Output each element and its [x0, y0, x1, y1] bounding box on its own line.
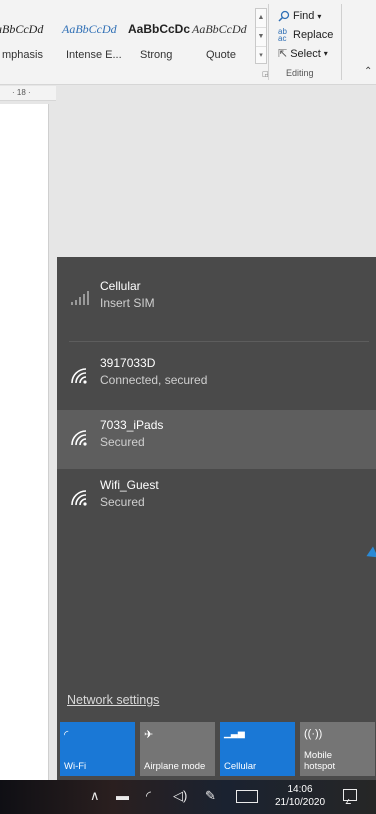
- style-sample: AaBbCcDd: [62, 22, 117, 36]
- collapse-ribbon-icon[interactable]: ⌃: [364, 66, 372, 77]
- style-sample: AaBbCcDd: [192, 22, 247, 36]
- find-button[interactable]: Find ▾: [278, 10, 321, 22]
- show-hidden-icons-icon[interactable]: ∧: [90, 788, 100, 804]
- scroll-down-icon[interactable]: ▼: [256, 28, 266, 47]
- replace-button[interactable]: ab ac Replace: [278, 27, 334, 43]
- select-label: Select: [290, 47, 321, 60]
- separator: [69, 341, 369, 342]
- network-status: Insert SIM: [100, 296, 155, 310]
- replace-icon: ab ac: [278, 27, 287, 43]
- cellular-signal-icon: [71, 291, 89, 305]
- chevron-down-icon: ▾: [317, 11, 322, 21]
- style-name: Quote: [206, 49, 236, 61]
- quick-action-cellular[interactable]: ▁▃▅ Cellular: [220, 722, 295, 776]
- ribbon: aBbCcDd mphasis AaBbCcDd Intense E... Aa…: [0, 0, 376, 85]
- battery-icon[interactable]: ▬: [116, 788, 129, 803]
- wifi-icon: [71, 430, 87, 446]
- quick-action-airplane-mode[interactable]: ✈ Airplane mode: [140, 722, 215, 776]
- network-flyout: Cellular Insert SIM 3917033D Connected, …: [57, 257, 376, 780]
- volume-icon[interactable]: ◁): [173, 788, 187, 804]
- hotspot-icon: ((·)): [304, 728, 323, 740]
- network-name: 3917033D: [100, 356, 156, 370]
- ruler: · 18 ·: [0, 86, 56, 101]
- style-name: Intense E...: [66, 49, 122, 61]
- style-name: mphasis: [2, 49, 43, 61]
- network-status: Secured: [100, 435, 145, 449]
- wifi-network-item[interactable]: Wifi_Guest Secured: [57, 470, 376, 529]
- airplane-icon: ✈: [144, 729, 154, 741]
- clock-date: 21/10/2020: [274, 797, 326, 808]
- quick-action-label: Airplane mode: [144, 761, 206, 772]
- wifi-icon: [71, 368, 87, 384]
- document-page[interactable]: [0, 104, 49, 804]
- style-quote[interactable]: AaBbCcDd Quote: [192, 6, 252, 62]
- clock-time: 14:06: [287, 784, 313, 795]
- pen-icon[interactable]: ✎: [205, 788, 216, 804]
- quick-action-label: Wi-Fi: [64, 761, 87, 772]
- cursor-icon: ⇱: [278, 48, 288, 60]
- ruler-text: · 18 ·: [12, 88, 31, 97]
- select-button[interactable]: ⇱ Select ▾: [278, 47, 328, 61]
- styles-gallery-scroll[interactable]: ▲ ▼ ▾: [255, 8, 267, 64]
- taskbar: ∧ ▬ ◜ ◁) ✎ 14:06 21/10/2020: [0, 780, 376, 814]
- cellular-item[interactable]: Cellular Insert SIM: [57, 271, 376, 330]
- divider: [341, 4, 342, 80]
- quick-action-label: Cellular: [224, 761, 257, 772]
- quick-action-label: Mobile hotspot: [304, 750, 336, 772]
- style-intense-emphasis[interactable]: AaBbCcDd Intense E...: [62, 6, 122, 62]
- style-emphasis[interactable]: aBbCcDd mphasis: [0, 6, 54, 62]
- search-icon: [278, 10, 290, 22]
- wifi-network-item[interactable]: 7033_iPads Secured: [57, 410, 376, 469]
- action-center-icon[interactable]: [343, 789, 357, 801]
- style-sample: AaBbCcDc: [128, 22, 191, 36]
- network-status: Connected, secured: [100, 373, 208, 387]
- find-label: Find: [293, 10, 315, 22]
- cellular-icon: ▁▃▅: [224, 728, 245, 738]
- touch-keyboard-icon[interactable]: [236, 790, 258, 803]
- quick-action-mobile-hotspot[interactable]: ((·)) Mobile hotspot: [300, 722, 375, 776]
- wifi-icon: [71, 490, 87, 506]
- network-name: Cellular: [100, 279, 141, 293]
- divider: [268, 4, 269, 80]
- network-icon[interactable]: ◜: [146, 788, 151, 804]
- network-status: Secured: [100, 495, 145, 509]
- network-name: Wifi_Guest: [100, 478, 159, 492]
- network-settings-link[interactable]: Network settings: [67, 693, 159, 707]
- editing-group-label: Editing: [286, 68, 314, 78]
- quick-action-wifi[interactable]: ◜ Wi-Fi: [60, 722, 135, 776]
- replace-label: Replace: [293, 29, 334, 41]
- pointer-indicator: [363, 546, 376, 562]
- style-strong[interactable]: AaBbCcDc Strong: [128, 6, 191, 62]
- more-styles-icon[interactable]: ▾: [256, 47, 266, 65]
- network-name: 7033_iPads: [100, 418, 164, 432]
- clock[interactable]: 14:06 21/10/2020: [268, 783, 332, 809]
- scroll-up-icon[interactable]: ▲: [256, 9, 266, 28]
- editing-group: Find ▾ ab ac Replace ⇱ Select ▾: [270, 6, 340, 72]
- wifi-icon: ◜: [64, 729, 69, 741]
- style-name: Strong: [140, 49, 173, 61]
- style-sample: aBbCcDd: [0, 22, 44, 36]
- wifi-network-item[interactable]: 3917033D Connected, secured: [57, 348, 376, 407]
- chevron-down-icon: ▾: [323, 49, 328, 58]
